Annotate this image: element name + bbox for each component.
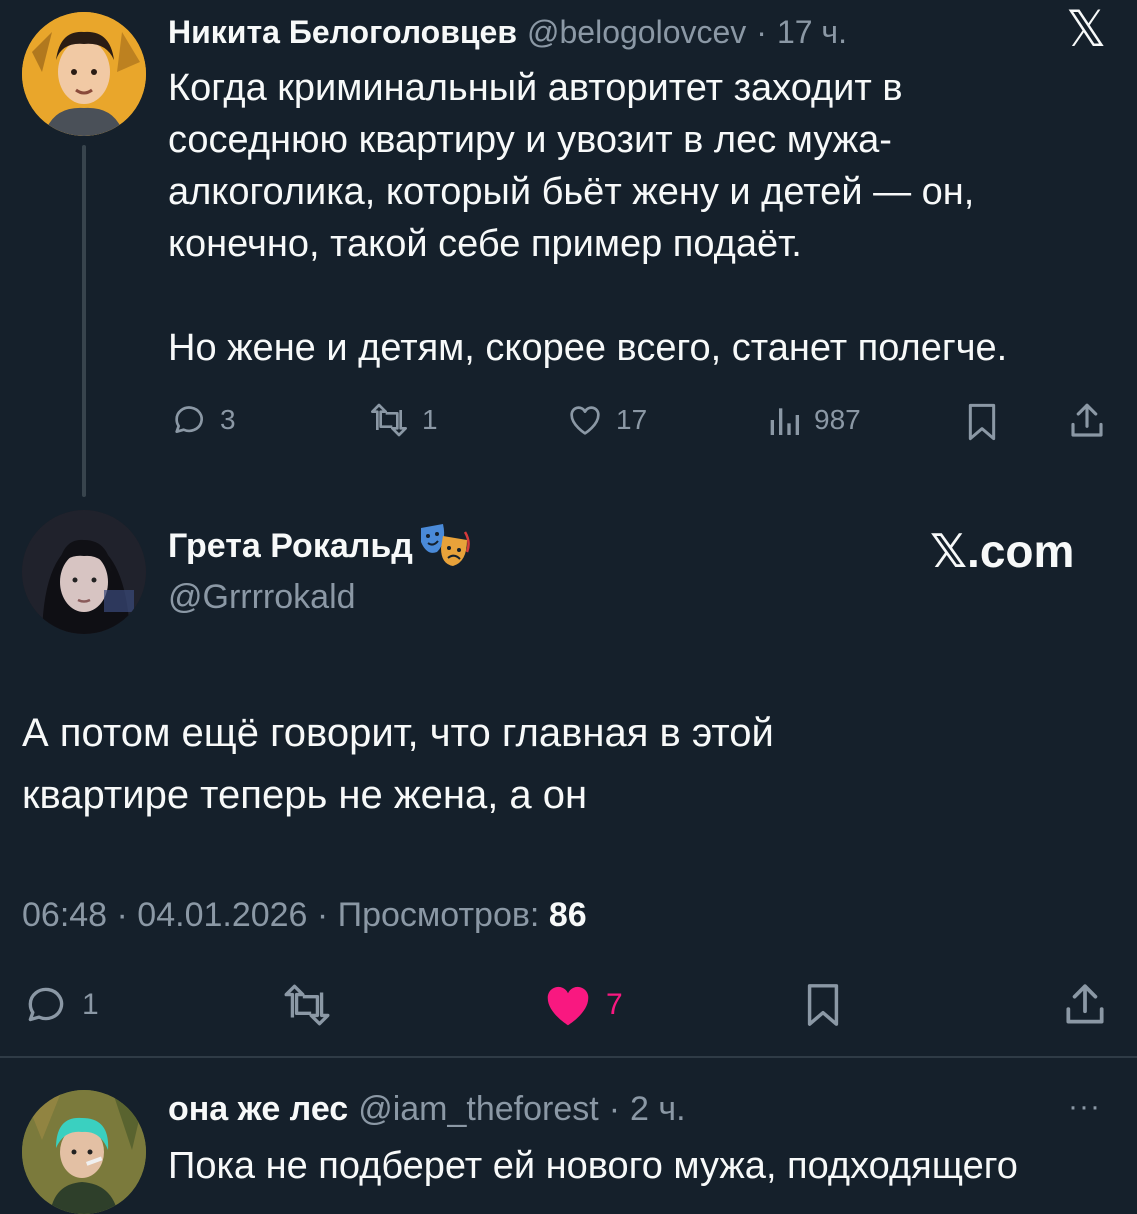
tweet1-separator: ·: [756, 13, 767, 50]
x-com-watermark: 𝕏.com: [930, 525, 1075, 577]
avatar-forest[interactable]: [22, 1090, 146, 1214]
reply-icon: [28, 987, 64, 1022]
tweet3-handle[interactable]: @iam_theforest: [358, 1090, 599, 1129]
tweet2-share-button[interactable]: [1060, 980, 1110, 1030]
heart-outline-icon: [570, 406, 600, 435]
tweet3-separator: ·: [608, 1089, 621, 1128]
tweet2-view-count: 86: [548, 896, 587, 934]
divider: [0, 1056, 1137, 1058]
tweet2-bookmark-button[interactable]: [800, 978, 846, 1032]
views-chart-icon: [770, 408, 799, 435]
reply-icon: [175, 406, 203, 433]
bookmark-icon: [968, 403, 996, 441]
tweet1-bookmark-button[interactable]: [962, 400, 1002, 444]
tweet1-header: Никита Белоголовцев @belogolovcev · 17 ч…: [168, 10, 847, 54]
tweet1-view-count: 987: [814, 404, 861, 435]
tweet2-reply-count: 1: [82, 988, 99, 1021]
repost-icon: [371, 403, 407, 437]
tweet2-repost-button[interactable]: [278, 980, 336, 1030]
tweet1-author-name[interactable]: Никита Белоголовцев: [168, 14, 517, 51]
repost-icon: [284, 984, 330, 1026]
tweet3-time[interactable]: 2 ч.: [630, 1090, 686, 1129]
tweet2-meta: 06:48 · 04.01.2026 · Просмотров: 86: [22, 892, 587, 938]
theater-masks-emoji-icon: [420, 524, 470, 566]
tweet1-reply-button[interactable]: 3: [170, 400, 236, 440]
tweet2-text: А потом ещё говорит, что главная в этой …: [22, 711, 774, 817]
avatar-portrait-icon: [22, 510, 146, 634]
tweet1-text: Когда криминальный авторитет заходит в с…: [168, 67, 1008, 369]
tweet2-header: Грета Рокальд: [168, 522, 471, 570]
tweet1-handle[interactable]: @belogolovcev: [527, 14, 746, 51]
tweet2-reply-button[interactable]: 1: [22, 980, 99, 1030]
tweet3-author-name[interactable]: она же лес: [168, 1090, 348, 1129]
tweet1-share-button[interactable]: [1066, 400, 1108, 442]
tweet2-like-count: 7: [606, 988, 623, 1021]
tweet2-like-button[interactable]: 7: [540, 978, 623, 1032]
tweet1-like-count: 17: [616, 404, 648, 435]
avatar-portrait-icon: [22, 1090, 146, 1214]
share-icon: [1071, 403, 1103, 437]
tweet2-handle[interactable]: @Grrrrokald: [168, 574, 356, 620]
thread-line: [82, 145, 86, 497]
tweet2-timestamp[interactable]: 06:48 · 04.01.2026 · Просмотров:: [22, 896, 549, 934]
avatar-nikita[interactable]: [22, 12, 146, 136]
avatar-greta[interactable]: [22, 510, 146, 634]
tweet3-header: она же лес @iam_theforest · 2 ч.: [168, 1086, 686, 1132]
avatar-portrait-icon: [22, 12, 146, 136]
tweet3-text: Пока не подберет ей нового мужа, подходя…: [168, 1145, 1018, 1187]
tweet1-reply-count: 3: [220, 404, 236, 435]
share-icon: [1066, 984, 1104, 1024]
x-logo-icon[interactable]: 𝕏: [1066, 2, 1106, 56]
tweet2-author-name[interactable]: Грета Рокальд: [168, 527, 413, 566]
more-options-icon[interactable]: ···: [1068, 1090, 1101, 1124]
tweet1-views-button[interactable]: 987: [764, 400, 861, 440]
tweet1-repost-count: 1: [422, 404, 438, 435]
heart-filled-icon: [547, 986, 589, 1026]
bookmark-icon: [807, 984, 839, 1026]
tweet1-time[interactable]: 17 ч.: [777, 14, 847, 51]
tweet1-like-button[interactable]: 17: [564, 400, 647, 440]
tweet1-repost-button[interactable]: 1: [366, 400, 438, 440]
